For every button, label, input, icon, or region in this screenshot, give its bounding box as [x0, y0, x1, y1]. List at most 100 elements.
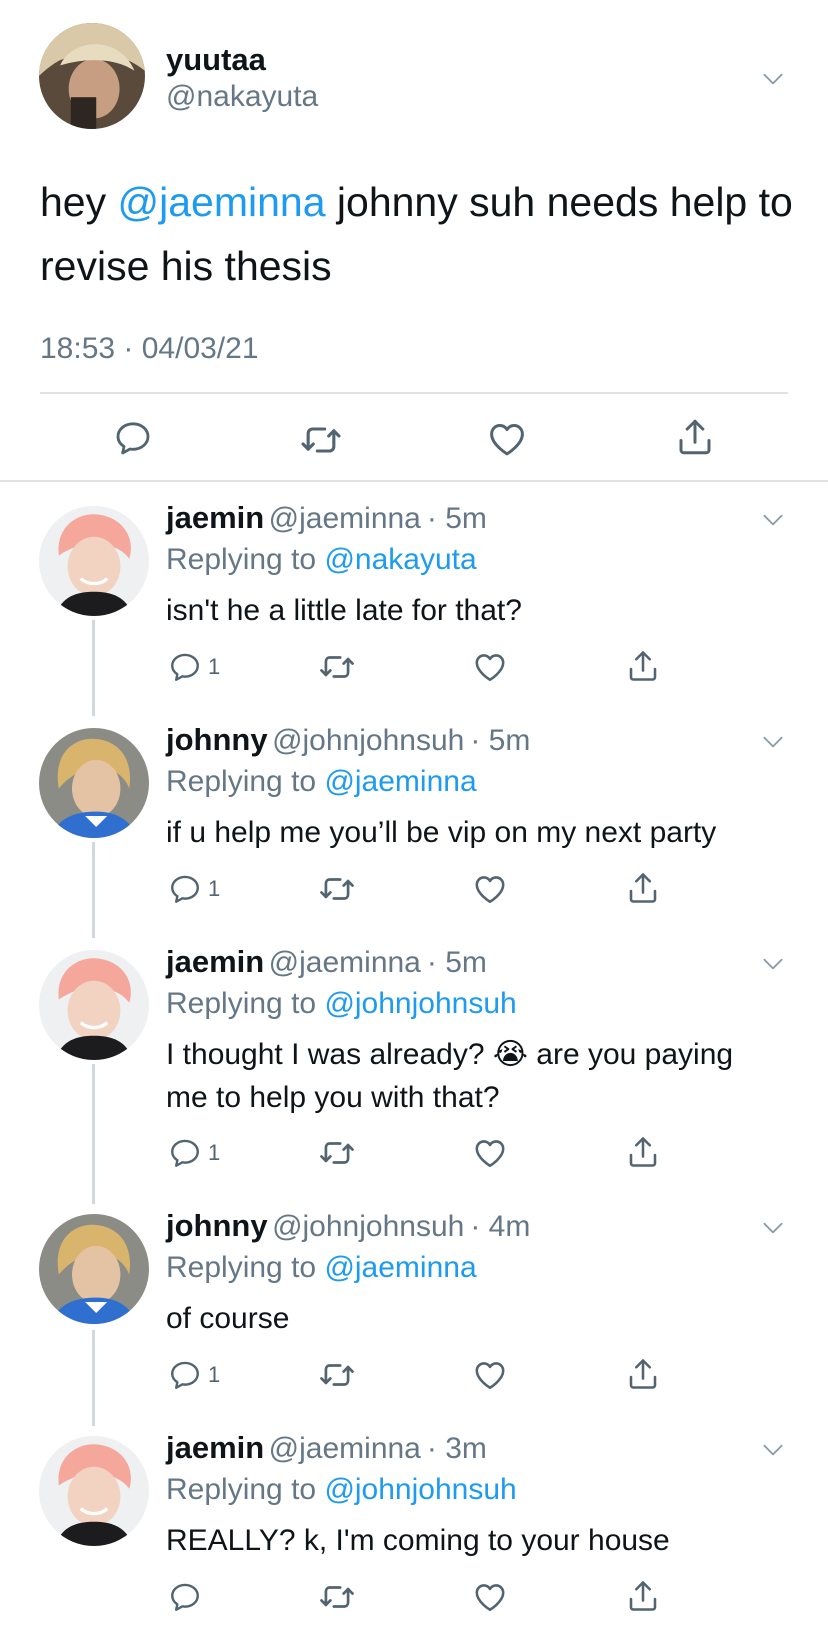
reply-header: jaemin @jaeminna · 5m — [166, 944, 487, 980]
chevron-down-icon[interactable] — [760, 951, 786, 977]
reply-avatar[interactable] — [39, 728, 149, 838]
reply-time: · 5m — [426, 946, 487, 979]
replying-to: Replying to @johnjohnsuh — [166, 987, 517, 1021]
chevron-down-icon[interactable] — [760, 729, 786, 755]
replying-to: Replying to @jaeminna — [166, 765, 477, 799]
retweet-icon — [299, 418, 343, 462]
replying-to-link[interactable]: @jaeminna — [324, 1251, 476, 1284]
replying-to: Replying to @jaeminna — [166, 1251, 477, 1285]
reply-avatar[interactable] — [39, 1436, 149, 1546]
reply-avatar[interactable] — [39, 506, 149, 616]
reply-handle[interactable]: @jaeminna — [269, 502, 421, 535]
author-avatar[interactable] — [39, 23, 145, 129]
reply-avatar[interactable] — [39, 1214, 149, 1324]
reply-time: · 3m — [426, 1432, 487, 1465]
retweet-icon — [318, 1578, 356, 1616]
replying-to-link[interactable]: @johnjohnsuh — [324, 987, 516, 1020]
replying-to: Replying to @nakayuta — [166, 543, 477, 577]
replying-label: Replying to — [166, 987, 325, 1020]
chevron-down-icon[interactable] — [760, 1215, 786, 1241]
tweet-timestamp[interactable]: 18:53 · 04/03/21 — [40, 332, 259, 366]
like-icon — [472, 1357, 508, 1393]
reply-text-line: me to help you with that? — [166, 1081, 500, 1114]
crying-emoji: 😭 — [492, 1038, 528, 1071]
reply-display-name[interactable]: jaemin — [166, 944, 264, 979]
divider — [40, 392, 788, 394]
reply-display-name[interactable]: johnny — [166, 1208, 268, 1243]
reply-count: 1 — [208, 1362, 221, 1387]
reply-icon — [168, 650, 202, 684]
retweet-icon — [318, 1356, 356, 1394]
share-button[interactable] — [674, 416, 716, 458]
retweet-button[interactable] — [318, 1356, 356, 1394]
chevron-down-icon[interactable] — [760, 1437, 786, 1463]
like-button[interactable] — [472, 871, 508, 907]
author-display-name[interactable]: yuutaa — [166, 42, 266, 78]
reply-header: jaemin @jaeminna · 3m — [166, 1430, 487, 1466]
reply-time: · 5m — [426, 502, 487, 535]
reply-handle[interactable]: @jaeminna — [269, 946, 421, 979]
reply-display-name[interactable]: jaemin — [166, 1430, 264, 1465]
reply-handle[interactable]: @johnjohnsuh — [272, 1210, 464, 1243]
reply-icon — [113, 418, 153, 458]
like-icon — [486, 418, 528, 460]
mention-link[interactable]: @jaeminna — [118, 179, 326, 225]
replying-to-link[interactable]: @jaeminna — [324, 765, 476, 798]
like-button[interactable] — [486, 418, 528, 460]
reply-text: isn't he a little late for that? — [166, 594, 522, 627]
reply-display-name[interactable]: johnny — [166, 722, 268, 757]
reply-count: 1 — [208, 654, 221, 679]
reply-header: johnny @johnjohnsuh · 5m — [166, 722, 530, 758]
reply-button[interactable] — [113, 418, 153, 458]
like-icon — [472, 649, 508, 685]
chevron-down-icon[interactable] — [760, 66, 786, 92]
retweet-button[interactable] — [318, 648, 356, 686]
reply-header: johnny @johnjohnsuh · 4m — [166, 1208, 530, 1244]
reply-handle[interactable]: @johnjohnsuh — [272, 724, 464, 757]
retweet-icon — [318, 648, 356, 686]
reply-display-name[interactable]: jaemin — [166, 500, 264, 535]
reply-handle[interactable]: @jaeminna — [269, 1432, 421, 1465]
replying-to-link[interactable]: @nakayuta — [324, 543, 476, 576]
reply-button[interactable]: 1 — [168, 872, 220, 906]
like-button[interactable] — [472, 1135, 508, 1171]
retweet-button[interactable] — [318, 1578, 356, 1616]
thread-line — [92, 842, 95, 938]
reply-icon — [168, 1580, 202, 1614]
reply-text: I thought I was already? 😭 are you payin… — [166, 1033, 796, 1119]
reply-button[interactable]: 1 — [168, 650, 220, 684]
share-button[interactable] — [625, 1356, 661, 1392]
like-button[interactable] — [472, 1357, 508, 1393]
like-button[interactable] — [472, 649, 508, 685]
reply-text: REALLY? k, I'm coming to your house — [166, 1524, 670, 1557]
share-icon — [625, 1134, 661, 1170]
retweet-button[interactable] — [299, 418, 343, 462]
reply-button[interactable]: 1 — [168, 1136, 220, 1170]
share-icon — [625, 1578, 661, 1614]
reply-button[interactable]: 1 — [168, 1358, 220, 1392]
share-button[interactable] — [625, 870, 661, 906]
share-button[interactable] — [625, 1134, 661, 1170]
reply-button[interactable] — [168, 1580, 208, 1614]
like-icon — [472, 871, 508, 907]
share-icon — [625, 1356, 661, 1392]
like-button[interactable] — [472, 1579, 508, 1615]
replying-to-link[interactable]: @johnjohnsuh — [324, 1473, 516, 1506]
share-button[interactable] — [625, 1578, 661, 1614]
reply-icon — [168, 872, 202, 906]
retweet-button[interactable] — [318, 870, 356, 908]
reply-text: of course — [166, 1302, 290, 1335]
retweet-icon — [318, 870, 356, 908]
reply-count: 1 — [208, 1140, 221, 1165]
reply-avatar[interactable] — [39, 950, 149, 1060]
replying-label: Replying to — [166, 765, 325, 798]
chevron-down-icon[interactable] — [760, 507, 786, 533]
tweet-text: hey @jaeminna johnny suh needs help to r… — [40, 170, 800, 298]
share-icon — [625, 870, 661, 906]
replying-to: Replying to @johnjohnsuh — [166, 1473, 517, 1507]
author-handle[interactable]: @nakayuta — [166, 80, 318, 114]
replying-label: Replying to — [166, 1251, 325, 1284]
retweet-button[interactable] — [318, 1134, 356, 1172]
share-button[interactable] — [625, 648, 661, 684]
reply-text: if u help me you’ll be vip on my next pa… — [166, 816, 717, 849]
